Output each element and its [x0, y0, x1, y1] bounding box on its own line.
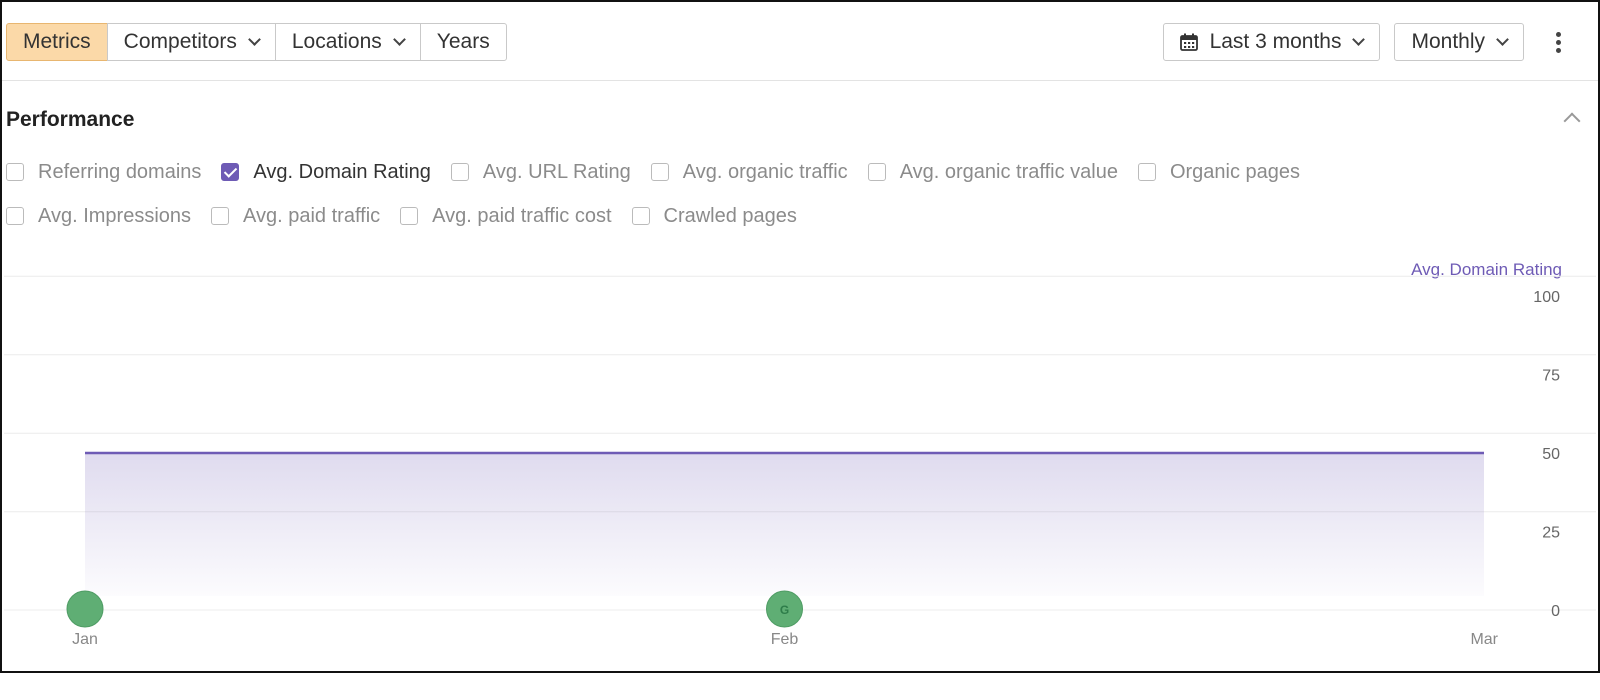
- checkbox-empty-icon[interactable]: [631, 207, 650, 225]
- y-axis-label: Avg. Domain Rating: [1411, 260, 1562, 279]
- checkbox-crawled-pages[interactable]: Crawled pages: [631, 204, 797, 228]
- chevron-down-icon: [392, 33, 406, 46]
- calendar-icon: [1179, 33, 1198, 51]
- checkbox-checked-icon[interactable]: [221, 163, 240, 181]
- tab-label: Locations: [291, 30, 382, 53]
- checkbox-avg-impressions[interactable]: Avg. Impressions: [6, 205, 191, 228]
- checkbox-empty-icon[interactable]: [450, 163, 469, 181]
- checkbox-label: Avg. paid traffic cost: [432, 204, 612, 227]
- checkbox-empty-icon[interactable]: [1137, 163, 1156, 181]
- checkbox-avg-organic-traffic[interactable]: Avg. organic traffic: [650, 160, 848, 184]
- toolbar-divider: [2, 80, 1598, 81]
- checkbox-label: Avg. paid traffic: [243, 204, 381, 227]
- tab-label: Competitors: [123, 30, 237, 53]
- checkbox-label: Avg. Domain Rating: [253, 160, 431, 183]
- granularity-dropdown[interactable]: Monthly: [1394, 23, 1524, 61]
- checkbox-label: Avg. organic traffic: [682, 160, 848, 183]
- date-range-dropdown[interactable]: Last 3 months: [1162, 23, 1381, 61]
- checkbox-avg-organic-traffic-value[interactable]: Avg. organic traffic value: [867, 160, 1118, 184]
- tab-label: Metrics: [23, 30, 91, 53]
- checkbox-referring-domains[interactable]: Referring domains: [6, 161, 201, 184]
- chevron-up-icon[interactable]: [1564, 110, 1578, 124]
- checkbox-organic-pages[interactable]: Organic pages: [1137, 160, 1301, 184]
- checkbox-label: Avg. organic traffic value: [899, 160, 1118, 183]
- checkbox-label: Referring domains: [38, 160, 202, 183]
- checkbox-empty-icon[interactable]: [211, 207, 230, 225]
- metric-row: Referring domains Avg. Domain Rating Avg. …: [6, 155, 1506, 189]
- checkbox-avg-paid-traffic-cost[interactable]: Avg. paid traffic cost: [400, 204, 612, 228]
- chevron-down-icon: [248, 33, 261, 46]
- kebab-icon[interactable]: [1538, 23, 1578, 61]
- checkbox-empty-icon[interactable]: [6, 163, 24, 181]
- tab-metrics[interactable]: Metrics: [6, 23, 108, 61]
- section-title: Performance: [6, 108, 135, 131]
- checkbox-label: Avg. Impressions: [38, 204, 192, 227]
- checkbox-empty-icon[interactable]: [400, 207, 419, 225]
- date-range-label: Last 3 months: [1209, 30, 1342, 53]
- granularity-label: Monthly: [1411, 30, 1485, 53]
- checkbox-empty-icon[interactable]: [867, 163, 886, 181]
- checkbox-label: Avg. URL Rating: [482, 160, 631, 183]
- tab-locations[interactable]: Locations: [274, 23, 421, 61]
- tab-competitors[interactable]: Competitors: [106, 23, 276, 61]
- checkbox-empty-icon[interactable]: [650, 163, 669, 181]
- checkbox-empty-icon[interactable]: [6, 207, 24, 225]
- checkbox-label: Organic pages: [1169, 160, 1301, 183]
- view-tabs: Metrics Competitors Locations Years: [6, 23, 507, 61]
- checkbox-avg-url-rating[interactable]: Avg. URL Rating: [450, 160, 631, 184]
- chevron-down-icon: [1496, 33, 1509, 46]
- metric-selector: Referring domains Avg. Domain Rating Avg. …: [6, 155, 1506, 243]
- checkbox-avg-domain-rating[interactable]: Avg. Domain Rating: [221, 161, 431, 184]
- chevron-down-icon: [1352, 33, 1366, 46]
- metric-row: Avg. Impressions Avg. paid traffic Avg. pa…: [6, 199, 1506, 233]
- panel-frame: [0, 0, 1600, 673]
- toolbar-right: Last 3 months Monthly: [1162, 23, 1600, 61]
- checkbox-label: Crawled pages: [663, 204, 797, 227]
- checkbox-avg-paid-traffic[interactable]: Avg. paid traffic: [211, 205, 380, 228]
- tab-years[interactable]: Years: [419, 23, 507, 61]
- tab-label: Years: [436, 30, 490, 53]
